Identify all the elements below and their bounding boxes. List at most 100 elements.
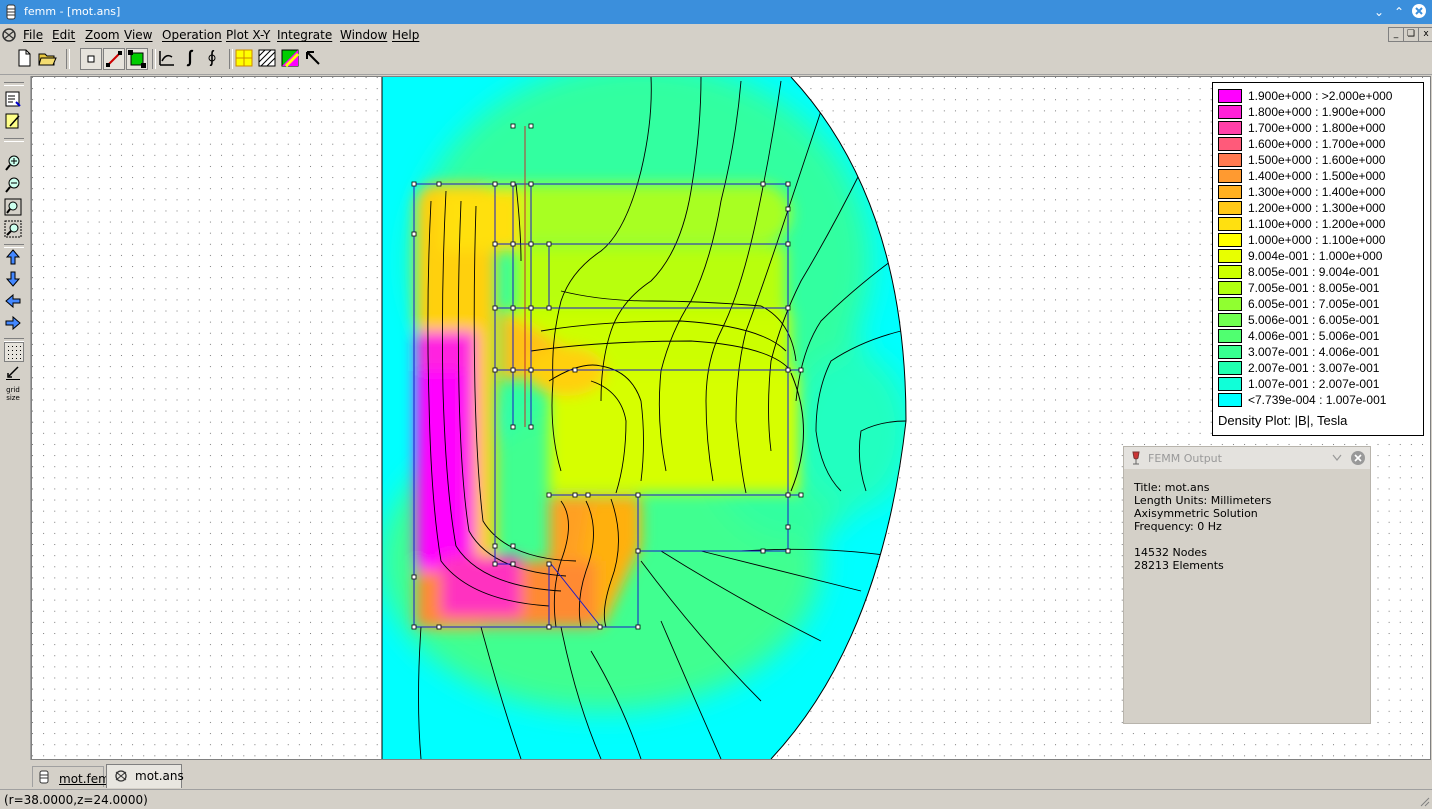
chevron-down-icon[interactable]: [1331, 453, 1343, 463]
pan-left-button[interactable]: [4, 292, 24, 312]
properties-icon: [5, 91, 21, 107]
tab-mot-ans[interactable]: mot.ans: [106, 764, 184, 788]
pencil-note-icon: [5, 113, 20, 129]
legend-range-label: 1.400e+000 : 1.500e+000: [1248, 169, 1386, 183]
document-icon[interactable]: [0, 27, 18, 43]
legend-range-label: 1.700e+000 : 1.800e+000: [1248, 121, 1386, 135]
legend-range-label: 9.004e-001 : 1.000e+000: [1248, 249, 1383, 263]
line-integral-button[interactable]: [203, 48, 225, 70]
open-file-button[interactable]: [37, 48, 59, 70]
menu-help[interactable]: Help: [392, 28, 419, 42]
legend-swatch: [1218, 345, 1242, 359]
legend-range-label: 1.800e+000 : 1.900e+000: [1248, 105, 1386, 119]
legend-range-label: 1.600e+000 : 1.700e+000: [1248, 137, 1386, 151]
grid-icon: [8, 346, 21, 359]
femm-output-window[interactable]: FEMM Output Title: mot.ans Length Units:…: [1123, 446, 1371, 724]
select-button[interactable]: [303, 48, 325, 70]
legend-range-label: 1.900e+000 : >2.000e+000: [1248, 89, 1393, 103]
legend-row: 8.005e-001 : 9.004e-001: [1218, 264, 1423, 280]
zoom-in-icon: [5, 155, 20, 171]
legend-row: 7.005e-001 : 8.005e-001: [1218, 280, 1423, 296]
legend-row: 1.400e+000 : 1.500e+000: [1218, 168, 1423, 184]
new-file-button[interactable]: [14, 48, 36, 70]
menu-window[interactable]: Window: [340, 28, 387, 42]
resize-grip-icon[interactable]: [1418, 795, 1430, 807]
legend-swatch: [1218, 153, 1242, 167]
close-icon[interactable]: [1350, 450, 1366, 466]
legend-range-label: <7.739e-004 : 1.007e-001: [1248, 393, 1387, 407]
snap-grid-button[interactable]: [4, 364, 24, 384]
tab-mot-fem[interactable]: mot.fem: [32, 766, 110, 787]
open-folder-icon: [38, 53, 57, 66]
menu-operation[interactable]: Operation: [162, 28, 222, 42]
density-plot-icon: [281, 49, 300, 68]
minimize-button[interactable]: ⌄: [1370, 3, 1388, 21]
mesh-icon: [235, 49, 253, 67]
menu-zoom[interactable]: Zoom: [85, 28, 120, 42]
notes-button[interactable]: [4, 112, 24, 132]
close-button[interactable]: [1410, 3, 1428, 21]
menu-edit[interactable]: Edit: [52, 28, 75, 42]
grid-size-button[interactable]: grid size: [4, 384, 24, 404]
mdi-close-button[interactable]: x: [1418, 27, 1432, 42]
output-line: 14532 Nodes: [1134, 546, 1207, 559]
legend-swatch: [1218, 185, 1242, 199]
legend-row: 2.007e-001 : 3.007e-001: [1218, 360, 1423, 376]
show-grid-button[interactable]: [4, 342, 24, 362]
menu-integrate[interactable]: Integrate: [277, 28, 332, 42]
legend-row: 9.004e-001 : 1.000e+000: [1218, 248, 1423, 264]
zoom-out-icon: [5, 177, 20, 193]
arrow-right-icon: [5, 315, 21, 331]
legend-swatch: [1218, 105, 1242, 119]
svg-text:grid: grid: [6, 386, 20, 394]
zoom-out-button[interactable]: [4, 176, 24, 196]
legend-row: 4.006e-001 : 5.006e-001: [1218, 328, 1423, 344]
legend-row: 1.000e+000 : 1.100e+000: [1218, 232, 1423, 248]
output-window-icon: [1132, 451, 1140, 465]
mesh-button[interactable]: [234, 48, 256, 70]
pan-up-button[interactable]: [4, 248, 24, 268]
contour-button[interactable]: [157, 48, 179, 70]
node-icon: [87, 55, 95, 63]
contour-icon: [159, 51, 174, 66]
mdi-restore-button[interactable]: ❏: [1403, 27, 1419, 42]
legend-range-label: 1.000e+000 : 1.100e+000: [1248, 233, 1386, 247]
document-tabs: mot.fem mot.ans: [0, 760, 1432, 788]
cursor-coordinates: (r=38.0000,z=24.0000): [4, 793, 148, 807]
legend-swatch: [1218, 329, 1242, 343]
arrow-down-icon: [5, 271, 21, 287]
legend-swatch: [1218, 377, 1242, 391]
density-plot-button[interactable]: [280, 48, 302, 70]
integrate-button[interactable]: [180, 48, 202, 70]
block-icon: [128, 50, 146, 68]
pan-right-button[interactable]: [4, 314, 24, 334]
legend-row: <7.739e-004 : 1.007e-001: [1218, 392, 1423, 408]
output-line: 28213 Elements: [1134, 559, 1224, 572]
legend-row: 1.500e+000 : 1.600e+000: [1218, 152, 1423, 168]
maximize-button[interactable]: ⌃: [1390, 3, 1408, 21]
menu-file[interactable]: File: [23, 28, 43, 42]
legend-range-label: 5.006e-001 : 6.005e-001: [1248, 313, 1380, 327]
arrow-left-icon: [5, 293, 21, 309]
legend-range-label: 6.005e-001 : 7.005e-001: [1248, 297, 1380, 311]
arrow-up-icon: [5, 249, 21, 265]
menu-view[interactable]: View: [124, 28, 152, 42]
menu-plot-xy[interactable]: Plot X-Y: [226, 28, 270, 42]
legend-swatch: [1218, 265, 1242, 279]
block-mode-button[interactable]: [126, 48, 148, 70]
point-mode-button[interactable]: [80, 48, 102, 70]
legend-swatch: [1218, 361, 1242, 375]
zoom-in-button[interactable]: [4, 154, 24, 174]
zoom-natural-button[interactable]: [4, 198, 24, 218]
hatch-button[interactable]: [257, 48, 279, 70]
legend-swatch: [1218, 201, 1242, 215]
zoom-window-button[interactable]: [4, 220, 24, 240]
pan-down-button[interactable]: [4, 270, 24, 290]
legend-range-label: 1.500e+000 : 1.600e+000: [1248, 153, 1386, 167]
edit-props-button[interactable]: [4, 90, 24, 110]
mdi-minimize-button[interactable]: _: [1388, 27, 1404, 42]
legend-range-label: 2.007e-001 : 3.007e-001: [1248, 361, 1380, 375]
legend-swatch: [1218, 137, 1242, 151]
segment-mode-button[interactable]: [103, 48, 125, 70]
